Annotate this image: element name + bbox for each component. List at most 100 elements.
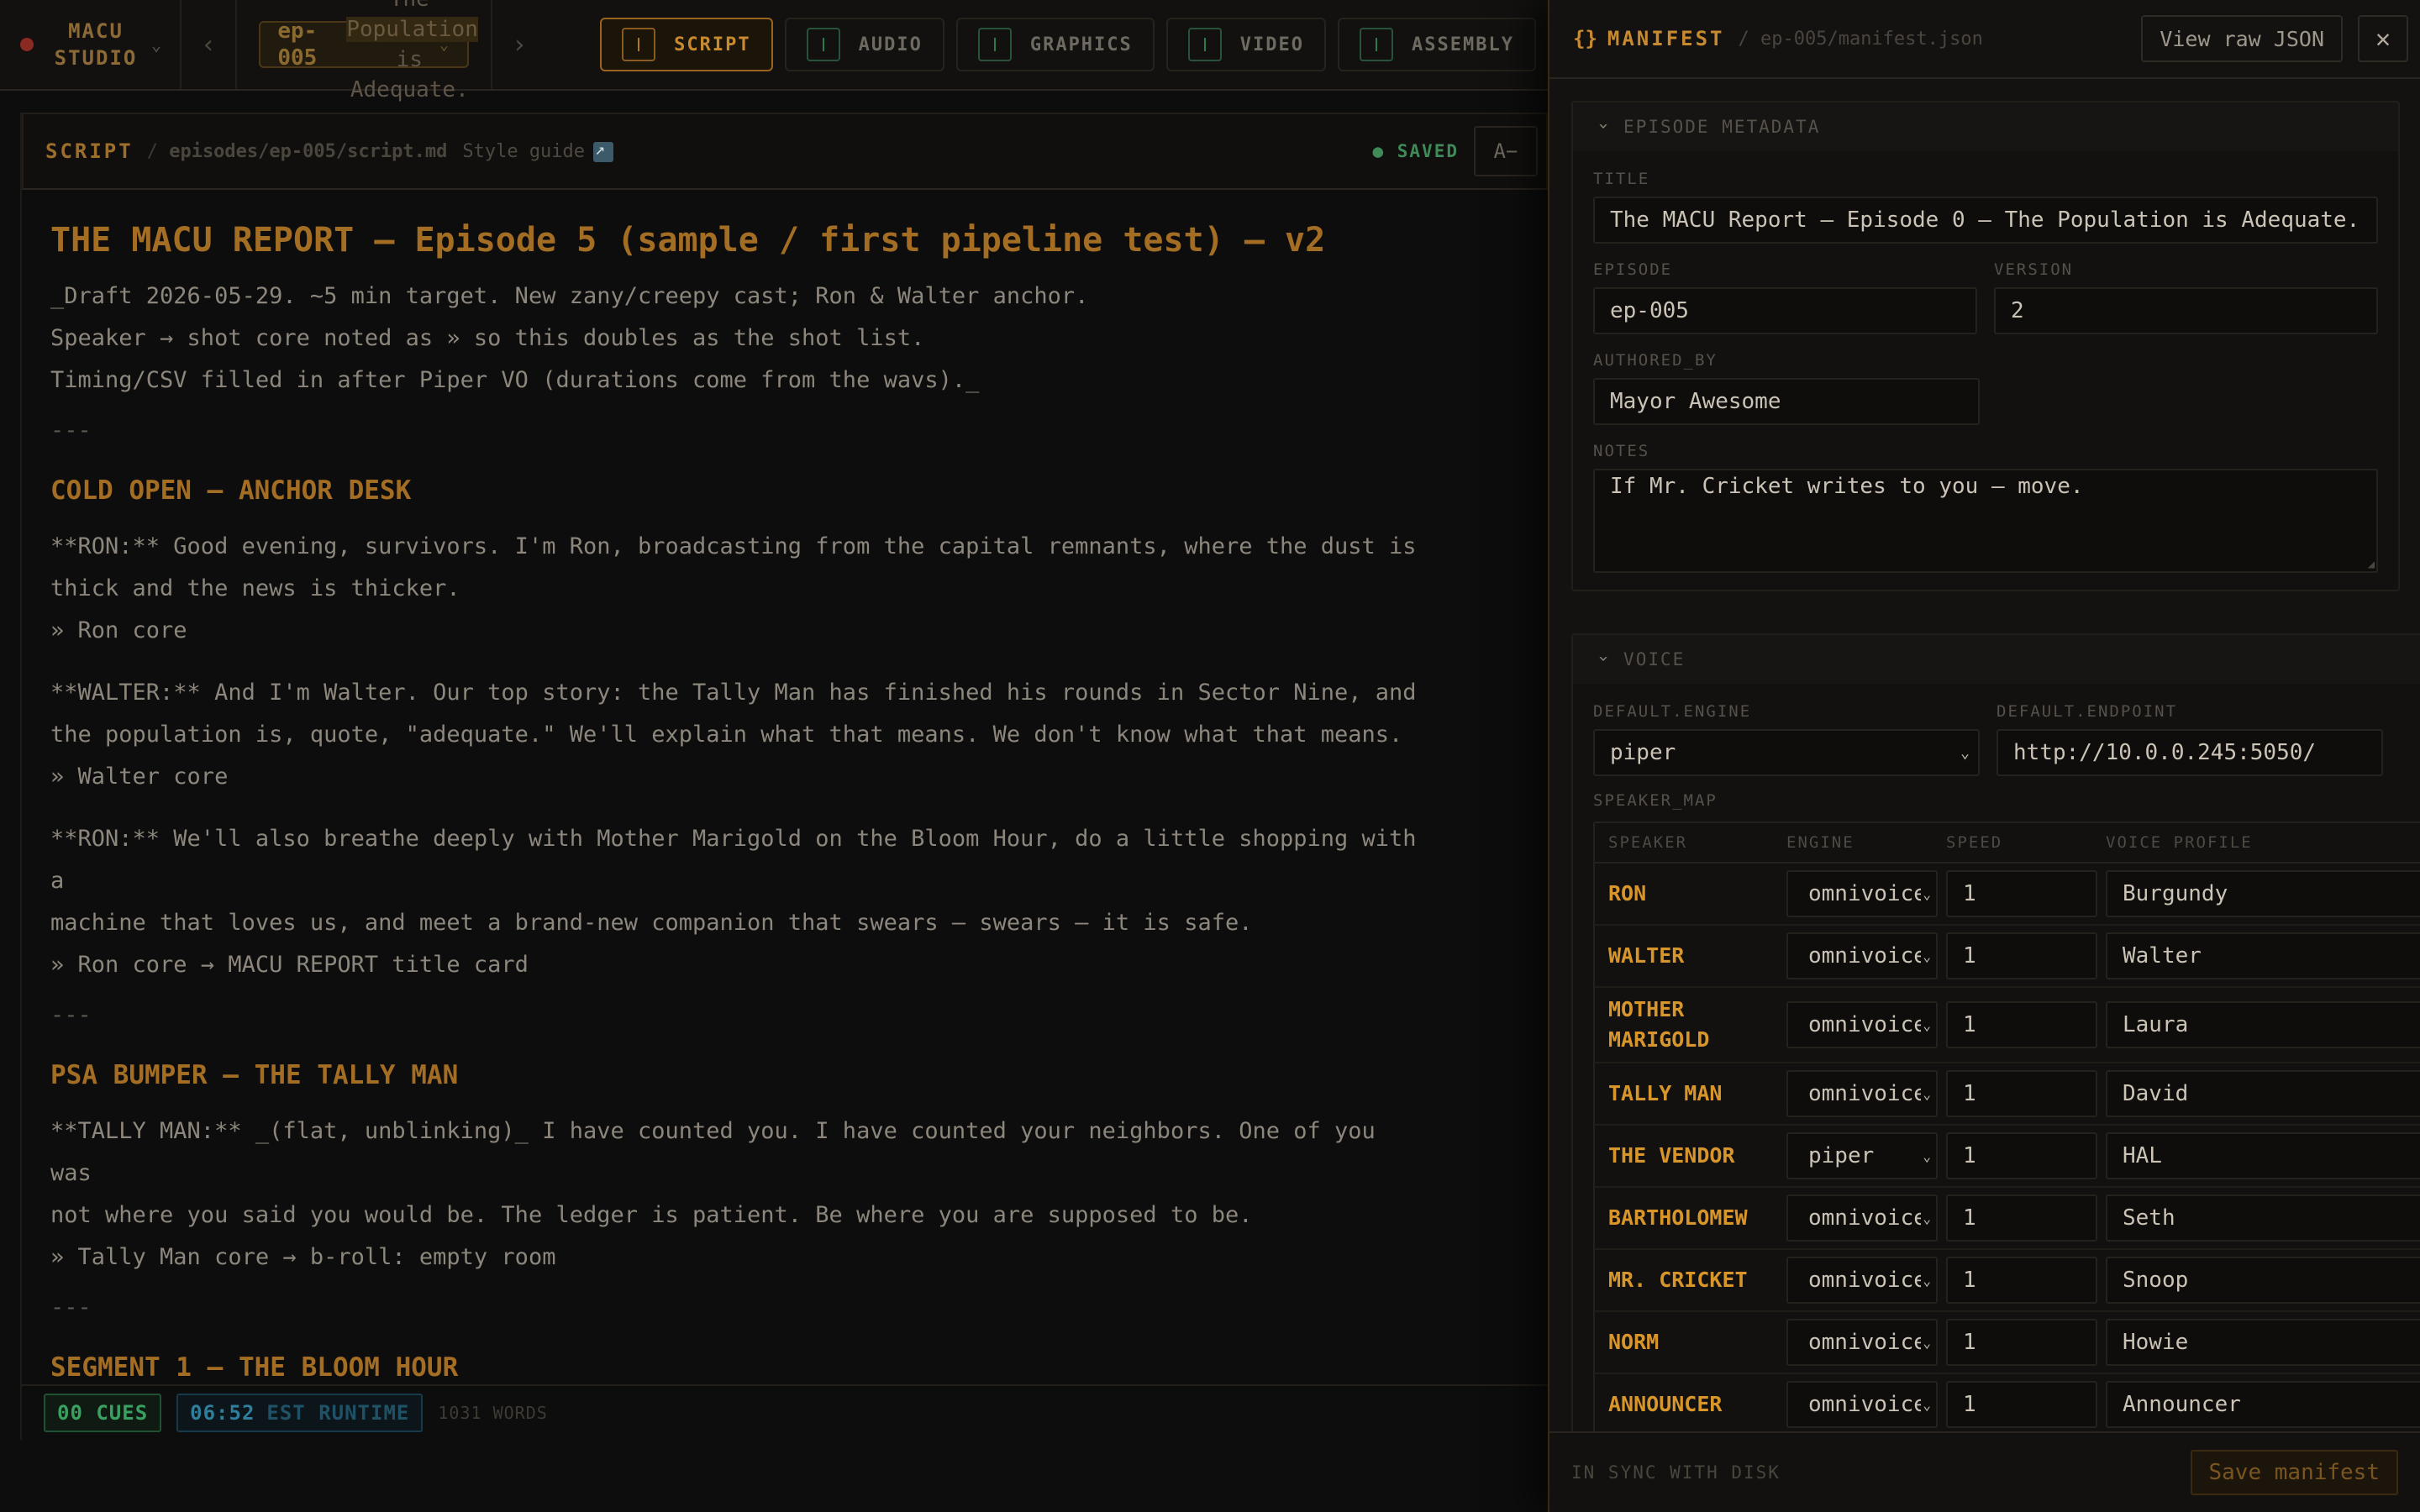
speaker-engine-select[interactable]: omnivoice ⌄ <box>1786 1070 1938 1117</box>
speaker-speed-field[interactable]: 1 <box>1946 1257 2097 1304</box>
title-label: TITLE <box>1593 170 1650 188</box>
voice-section: › VOICE DEFAULT.ENGINE piper ⌄ DEFAULT.EN… <box>1571 633 2420 1431</box>
close-icon[interactable]: ✕ <box>2358 15 2408 62</box>
episode-metadata-toggle[interactable]: › EPISODE METADATA <box>1573 102 2398 151</box>
version-label: VERSION <box>1994 260 2074 279</box>
speaker-map-label: SPEAKER_MAP <box>1593 791 1718 810</box>
episode-title: The Population is Adequate. <box>346 0 478 102</box>
default-endpoint-label: DEFAULT.ENDPOINT <box>1996 702 2178 721</box>
speaker-speed-field[interactable]: 1 <box>1946 1132 2097 1179</box>
font-size-button[interactable]: A− <box>1474 126 1538 176</box>
voice-profile-field[interactable]: Burgundy <box>2106 870 2420 917</box>
voice-profile-field[interactable]: Announcer <box>2106 1381 2420 1428</box>
script-footer: 00 CUES 06:52 EST RUNTIME 1031 WORDS <box>22 1384 1548 1440</box>
episode-code: ep-005 <box>277 18 318 71</box>
chevron-down-icon: ⌄ <box>1921 1272 1931 1289</box>
tab-graphics[interactable]: GRAPHICS <box>955 18 1155 71</box>
speaker-speed-field[interactable]: 1 <box>1946 1070 2097 1117</box>
speaker-row: MOTHER MARIGOLD omnivoice ⌄ 1 Laura <box>1595 988 2420 1063</box>
authored-by-label: AUTHORED_BY <box>1593 351 1718 370</box>
speaker-speed-field[interactable]: 1 <box>1946 870 2097 917</box>
prev-episode-button[interactable]: ‹ <box>182 0 238 89</box>
chevron-down-icon: ⌄ <box>1921 948 1931 964</box>
script-title: THE MACU REPORT — Episode 5 (sample / fi… <box>50 221 1326 260</box>
dialogue-block: **WALTER:** And I'm Walter. Our top stor… <box>50 680 1417 790</box>
voice-profile-field[interactable]: David <box>2106 1070 2420 1117</box>
intro-line: _Draft 2026-05-29. ~5 min target. New za… <box>50 283 1089 309</box>
speaker-row: WALTER omnivoice ⌄ 1 Walter <box>1595 926 2420 988</box>
assembly-icon <box>1360 28 1394 61</box>
speaker-speed-field[interactable]: 1 <box>1946 1319 2097 1366</box>
notes-label: NOTES <box>1593 442 1650 460</box>
brand-menu[interactable]: MACU STUDIO ⌄ <box>20 0 182 89</box>
tab-video[interactable]: VIDEO <box>1165 18 1327 71</box>
word-count: 1031 WORDS <box>438 1403 548 1423</box>
speaker-engine-select[interactable]: piper ⌄ <box>1786 1132 1938 1179</box>
dialogue-block: **TALLY MAN:** _(flat, unblinking)_ I ha… <box>50 1118 1376 1270</box>
speaker-row: MR. CRICKET omnivoice ⌄ 1 Snoop <box>1595 1250 2420 1312</box>
default-engine-select[interactable]: piper ⌄ <box>1593 729 1980 776</box>
speaker-name: THE VENDOR <box>1608 1143 1735 1168</box>
next-episode-button[interactable]: › <box>490 0 546 89</box>
speaker-engine-select[interactable]: omnivoice ⌄ <box>1786 932 1938 979</box>
tab-assembly[interactable]: ASSEMBLY <box>1338 18 1536 71</box>
cues-badge: 00 CUES <box>44 1394 162 1432</box>
title-field[interactable]: The MACU Report — Episode 0 — The Popula… <box>1593 197 2378 244</box>
script-icon <box>622 28 656 61</box>
default-engine-label: DEFAULT.ENGINE <box>1593 702 1752 721</box>
speaker-engine-select[interactable]: omnivoice ⌄ <box>1786 1381 1938 1428</box>
speaker-speed-field[interactable]: 1 <box>1946 932 2097 979</box>
script-pane: SCRIPT / episodes/ep-005/script.md Style… <box>20 113 1548 1440</box>
top-bar: MACU STUDIO ⌄ ‹ ep-005 The Population is… <box>0 0 1548 102</box>
tab-audio[interactable]: AUDIO <box>784 18 944 71</box>
voice-profile-field[interactable]: Walter <box>2106 932 2420 979</box>
speaker-engine-select[interactable]: omnivoice ⌄ <box>1786 870 1938 917</box>
chevron-down-icon: ⌄ <box>151 34 162 55</box>
version-field[interactable]: 2 <box>1994 287 2378 334</box>
manifest-label: MANIFEST <box>1607 27 1725 50</box>
authored-by-field[interactable]: Mayor Awesome <box>1593 378 1980 425</box>
style-guide-link[interactable]: Style guide <box>462 139 614 162</box>
speaker-engine-select[interactable]: omnivoice ⌄ <box>1786 1319 1938 1366</box>
tab-bar: SCRIPT AUDIO GRAPHICS VIDEO ASSEMBLY <box>600 0 1548 89</box>
voice-profile-field[interactable]: Seth <box>2106 1194 2420 1242</box>
voice-profile-field[interactable]: Laura <box>2106 1001 2420 1048</box>
chevron-down-icon: ⌄ <box>1921 1210 1931 1226</box>
script-editor[interactable]: THE MACU REPORT — Episode 5 (sample / fi… <box>22 190 1548 1386</box>
speaker-engine-select[interactable]: omnivoice ⌄ <box>1786 1257 1938 1304</box>
voice-profile-field[interactable]: HAL <box>2106 1132 2420 1179</box>
video-icon <box>1187 28 1222 61</box>
save-manifest-button[interactable]: Save manifest <box>2190 1450 2398 1495</box>
script-header: SCRIPT / episodes/ep-005/script.md Style… <box>22 113 1548 190</box>
divider: --- <box>50 1294 92 1320</box>
speaker-engine-select[interactable]: omnivoice ⌄ <box>1786 1001 1938 1048</box>
speaker-name: RON <box>1608 881 1647 906</box>
notes-textarea[interactable]: If Mr. Cricket writes to you — move. <box>1593 469 2378 573</box>
episode-field[interactable]: ep-005 <box>1593 287 1977 334</box>
chevron-down-icon: ⌄ <box>1921 1016 1931 1033</box>
sync-status: IN SYNC WITH DISK <box>1571 1462 1781 1483</box>
speaker-speed-field[interactable]: 1 <box>1946 1194 2097 1242</box>
script-path: / episodes/ep-005/script.md <box>146 140 448 162</box>
speaker-name: ANNOUNCER <box>1608 1392 1723 1416</box>
divider: --- <box>50 1002 92 1028</box>
speaker-engine-select[interactable]: omnivoice ⌄ <box>1786 1194 1938 1242</box>
dialogue-block: **RON:** We'll also breathe deeply with … <box>50 826 1417 978</box>
speaker-speed-field[interactable]: 1 <box>1946 1381 2097 1428</box>
external-link-icon <box>593 139 614 162</box>
speaker-speed-field[interactable]: 1 <box>1946 1001 2097 1048</box>
intro-line: Timing/CSV filled in after Piper VO (dur… <box>50 367 980 393</box>
tab-script[interactable]: SCRIPT <box>600 18 773 71</box>
divider: --- <box>50 417 92 444</box>
voice-profile-field[interactable]: Howie <box>2106 1319 2420 1366</box>
chevron-down-icon: ⌄ <box>439 35 449 54</box>
manifest-header: {} MANIFEST / ep-005/manifest.json View … <box>1549 0 2420 79</box>
episode-selector[interactable]: ep-005 The Population is Adequate. ⌄ <box>259 0 478 102</box>
default-endpoint-field[interactable]: http://10.0.0.245:5050/ <box>1996 729 2383 776</box>
voice-profile-field[interactable]: Snoop <box>2106 1257 2420 1304</box>
chevron-icon: › <box>1594 120 1615 134</box>
view-raw-json-button[interactable]: View raw JSON <box>2141 15 2343 62</box>
speaker-name: WALTER <box>1608 943 1685 968</box>
chevron-down-icon: ⌄ <box>1921 885 1931 902</box>
voice-toggle[interactable]: › VOICE <box>1573 635 2420 684</box>
